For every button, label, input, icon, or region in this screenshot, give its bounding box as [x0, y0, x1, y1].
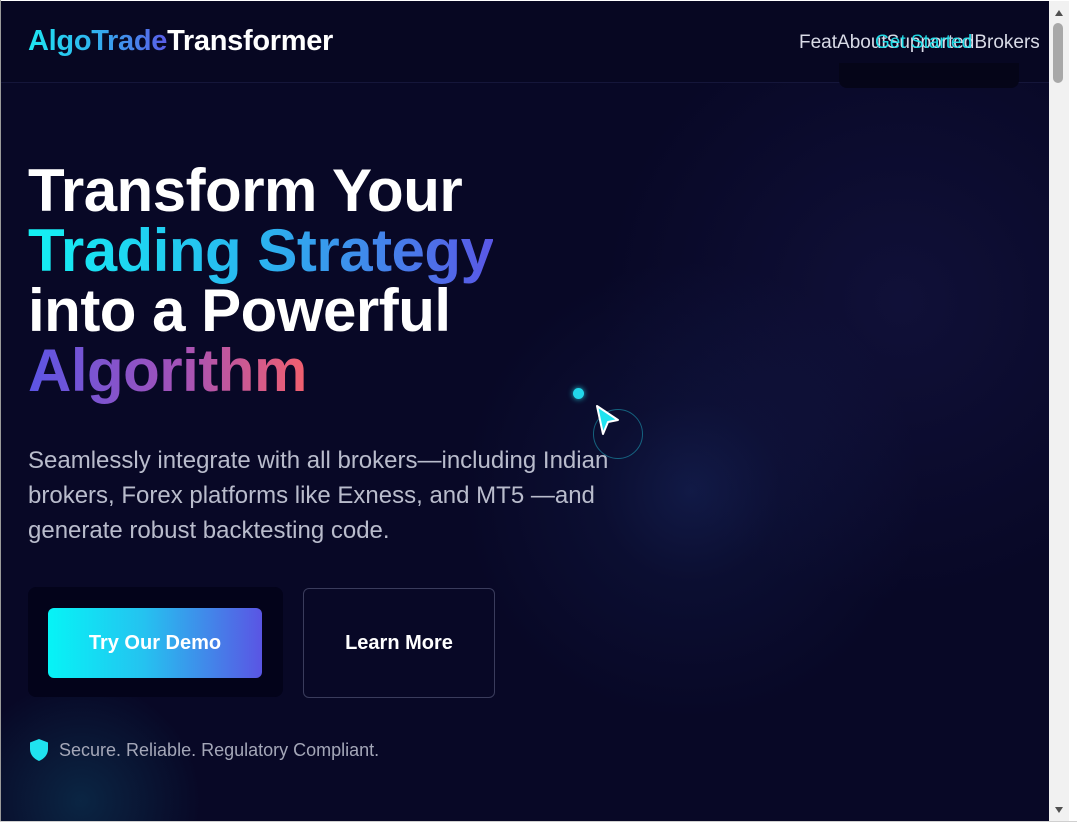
scrollbar-thumb[interactable]: [1053, 23, 1063, 83]
brand-logo-part2: Transformer: [167, 25, 334, 57]
shield-icon: [30, 739, 48, 761]
primary-button-container: Try Our Demo: [28, 587, 283, 697]
scroll-up-arrow-icon[interactable]: [1049, 3, 1069, 23]
scroll-down-arrow-icon[interactable]: [1049, 800, 1069, 820]
hero-title-highlight: Trading Strategy: [28, 217, 494, 284]
hero-title-line3: into a Powerful: [28, 277, 451, 344]
hero-title: Transform Your Trading Strategy into a P…: [28, 157, 494, 401]
try-demo-button[interactable]: Try Our Demo: [48, 608, 262, 678]
hero-title-line1: Transform Your: [28, 157, 463, 224]
pointer-cursor-icon: [596, 405, 619, 435]
hero-title-line4: Algorithm: [28, 341, 493, 401]
trust-text: Secure. Reliable. Regulatory Compliant.: [59, 739, 380, 760]
trust-badge: Secure. Reliable. Regulatory Compliant.: [28, 737, 379, 763]
nav-link-get-started[interactable]: Get Started: [875, 32, 972, 54]
navbar: AlgoTradeTransformer FeatAboutSupportedB…: [1, 1, 1049, 88]
brand-logo-part1: AlgoTrade: [28, 25, 168, 57]
hero-title-highlight-2: Algorithm: [28, 337, 307, 404]
nav-dropdown-panel: [839, 63, 1019, 88]
brand-logo[interactable]: AlgoTradeTransformer: [28, 25, 333, 58]
cursor-trail-dot: [573, 388, 584, 399]
hero-title-line2: Trading Strategy: [28, 221, 494, 281]
window-bottom-edge: [0, 821, 1077, 831]
page-viewport: AlgoTradeTransformer FeatAboutSupportedB…: [1, 1, 1049, 821]
vertical-scrollbar[interactable]: [1049, 1, 1069, 821]
nav-links: FeatAboutSupportedBrokers Get Started: [799, 32, 1040, 58]
learn-more-button[interactable]: Learn More: [303, 588, 495, 698]
hero-subtitle: Seamlessly integrate with all brokers—in…: [28, 447, 609, 544]
